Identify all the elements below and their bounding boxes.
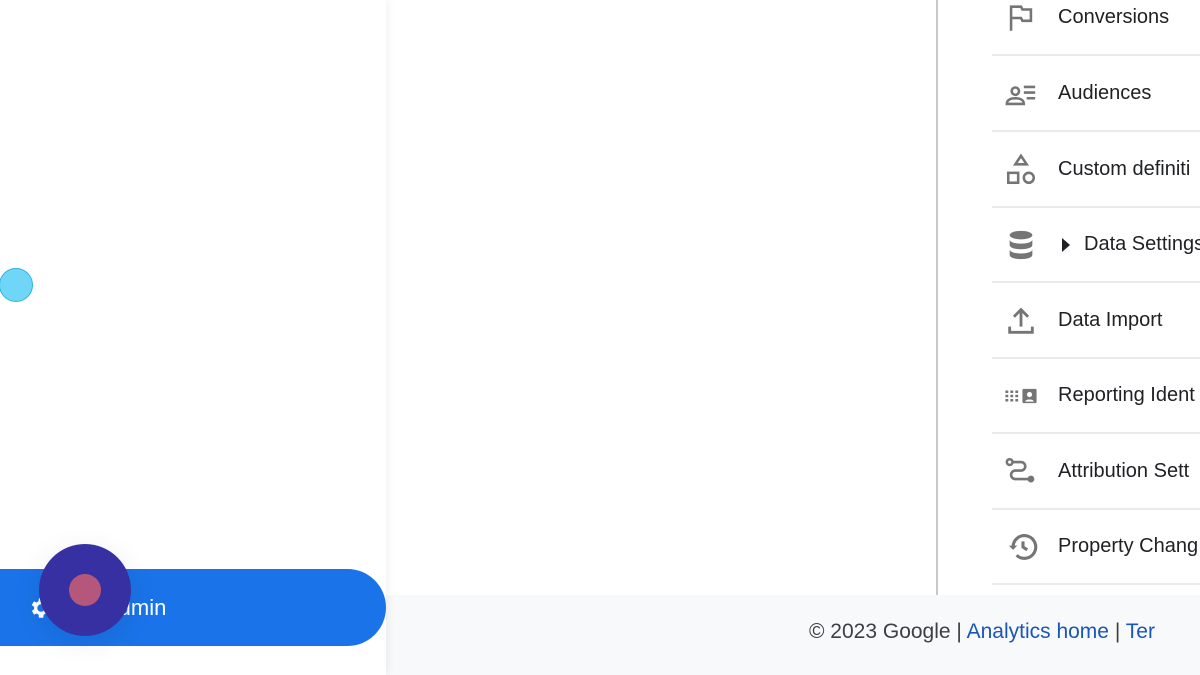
- menu-item-conversions[interactable]: Conversions: [992, 0, 1200, 56]
- click-indicator: [39, 544, 131, 636]
- property-settings-menu: Conversions Audiences Custom definiti Da…: [938, 0, 1200, 595]
- menu-item-label: Audiences: [1058, 82, 1152, 104]
- menu-item-label: Conversions: [1058, 6, 1170, 28]
- cursor-indicator: [0, 268, 33, 302]
- menu-item-label: Property Chang: [1058, 535, 1199, 557]
- menu-item-property-change-history[interactable]: Property Chang: [992, 510, 1200, 585]
- menu-item-reporting-identity[interactable]: Reporting Ident: [992, 359, 1200, 434]
- upload-icon: [1008, 307, 1034, 334]
- footer: © 2023 Google | Analytics home | Ter: [386, 595, 1200, 675]
- menu-item-attribution-settings[interactable]: Attribution Sett: [992, 435, 1200, 510]
- analytics-home-link[interactable]: Analytics home: [967, 620, 1109, 643]
- menu-item-label: Data Import: [1058, 309, 1163, 331]
- menu-item-data-import[interactable]: Data Import: [992, 284, 1200, 359]
- footer-separator: |: [1114, 620, 1121, 643]
- expand-arrow-icon[interactable]: [1060, 237, 1072, 253]
- terms-link[interactable]: Ter: [1126, 620, 1155, 643]
- main-content: [386, 0, 937, 595]
- audience-icon: [1005, 85, 1036, 105]
- menu-item-label: Data Settings: [1084, 233, 1200, 255]
- menu-item-data-settings[interactable]: Data Settings: [992, 208, 1200, 283]
- menu-item-label: Custom definiti: [1058, 158, 1191, 180]
- reporting-identity-icon: [1005, 388, 1037, 403]
- flag-icon: [1009, 4, 1033, 31]
- copyright-text: © 2023 Google: [809, 620, 951, 643]
- database-icon: [1009, 230, 1033, 259]
- shapes-icon: [1006, 153, 1036, 184]
- click-indicator-center: [69, 574, 101, 606]
- menu-item-audiences[interactable]: Audiences: [992, 57, 1200, 132]
- history-icon: [1008, 533, 1038, 560]
- menu-item-custom-definitions[interactable]: Custom definiti: [992, 133, 1200, 208]
- menu-item-label: Reporting Ident: [1058, 384, 1195, 406]
- menu-item-label: Attribution Sett: [1058, 460, 1190, 482]
- route-icon: [1005, 457, 1035, 482]
- footer-separator: |: [956, 620, 962, 643]
